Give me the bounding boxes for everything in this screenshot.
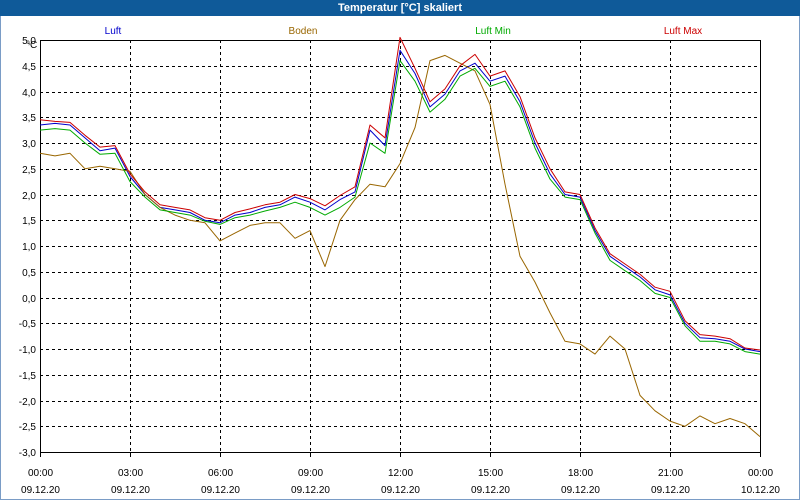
y-axis-label: °C — [26, 40, 37, 51]
legend-item-luft-min: Luft Min — [475, 26, 511, 37]
x-tick-date: 09.12.20 — [21, 485, 60, 496]
y-tick-label: 3,5 — [22, 113, 36, 124]
x-tick-time: 03:00 — [118, 468, 143, 479]
x-tick-date: 09.12.20 — [381, 485, 420, 496]
y-tick-label: 4,0 — [22, 88, 36, 99]
y-tick-label: -1,5 — [19, 371, 37, 382]
y-tick-label: 3,0 — [22, 139, 36, 150]
x-tick-date: 09.12.20 — [201, 485, 240, 496]
y-tick-label: -3,0 — [19, 448, 37, 459]
x-tick-time: 12:00 — [388, 468, 413, 479]
y-tick-label: 1,0 — [22, 242, 36, 253]
legend: Luft Boden Luft Min Luft Max — [105, 26, 703, 37]
x-axis-ticks: 00:00 09.12.20 03:00 09.12.20 06:00 09.12.20 0… — [21, 452, 780, 496]
y-tick-label: 2,5 — [22, 165, 36, 176]
x-tick-time: 15:00 — [478, 468, 503, 479]
x-tick-time: 06:00 — [208, 468, 233, 479]
x-tick-date: 10.12.20 — [741, 485, 780, 496]
y-tick-label: -1,0 — [19, 345, 37, 356]
x-tick-date: 09.12.20 — [651, 485, 690, 496]
y-tick-label: 0,5 — [22, 268, 36, 279]
x-tick-date: 09.12.20 — [111, 485, 150, 496]
y-tick-label: 0,0 — [22, 294, 36, 305]
x-tick-time: 18:00 — [568, 468, 593, 479]
x-tick-date: 09.12.20 — [291, 485, 330, 496]
y-tick-label: 2,0 — [22, 191, 36, 202]
y-tick-label: -2,0 — [19, 397, 37, 408]
legend-item-boden: Boden — [289, 26, 318, 37]
legend-item-luft-max: Luft Max — [664, 26, 702, 37]
y-tick-label: -0,5 — [19, 319, 37, 330]
x-tick-date: 09.12.20 — [561, 485, 600, 496]
y-tick-label: 1,5 — [22, 216, 36, 227]
y-tick-label: -2,5 — [19, 422, 37, 433]
y-axis-ticks: 5,04,54,03,53,02,52,01,51,00,50,0-0,5-1,… — [19, 36, 37, 459]
x-tick-time: 00:00 — [28, 468, 53, 479]
x-tick-time: 00:00 — [748, 468, 773, 479]
legend-item-luft: Luft — [105, 26, 122, 37]
x-tick-time: 21:00 — [658, 468, 683, 479]
x-tick-time: 09:00 — [298, 468, 323, 479]
x-tick-date: 09.12.20 — [471, 485, 510, 496]
chart-plot: 5,04,54,03,53,02,52,01,51,00,50,0-0,5-1,… — [19, 26, 781, 496]
y-tick-label: 4,5 — [22, 62, 36, 73]
